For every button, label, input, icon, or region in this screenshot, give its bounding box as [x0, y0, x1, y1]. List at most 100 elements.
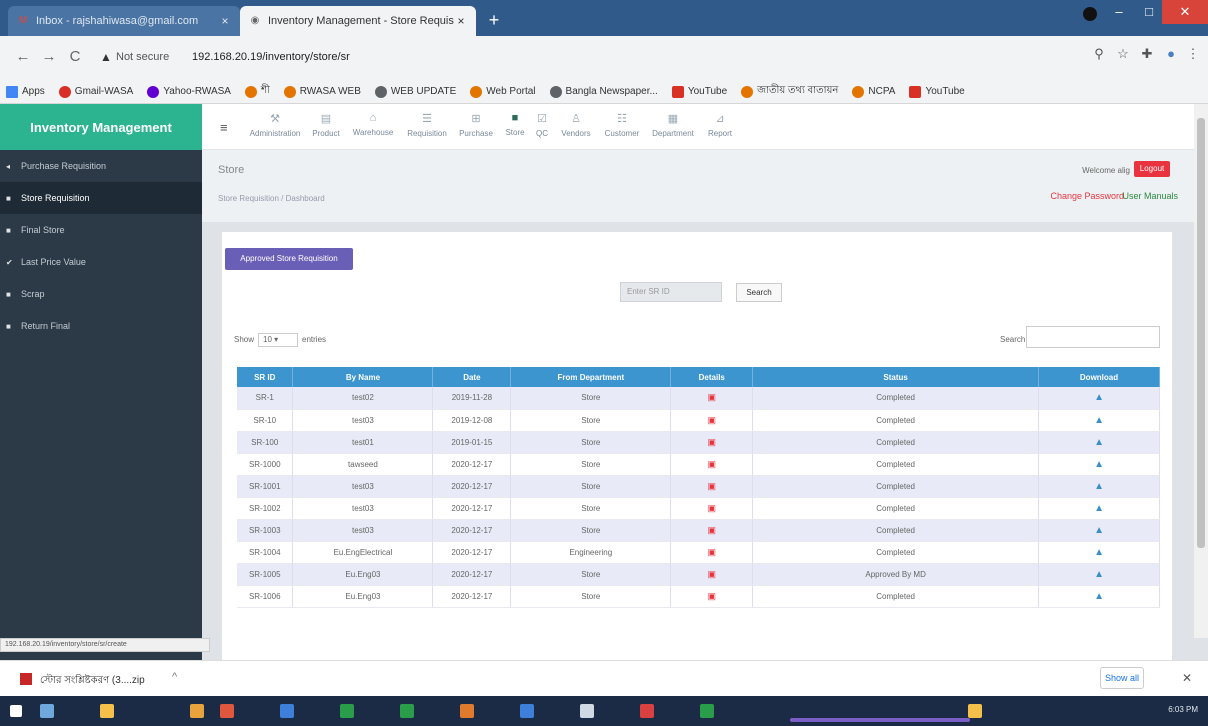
app-icon[interactable] [190, 704, 204, 718]
app-brand[interactable]: Inventory Management [0, 104, 202, 150]
app-icon[interactable] [700, 704, 714, 718]
details-icon[interactable]: ▣ [670, 475, 754, 498]
details-icon[interactable]: ▣ [670, 585, 754, 608]
details-icon[interactable]: ▣ [670, 431, 754, 454]
task-view-icon[interactable] [40, 704, 54, 718]
details-icon[interactable]: ▣ [670, 519, 754, 542]
nav-vendors[interactable]: ♙ Vendors [556, 112, 596, 138]
download-icon[interactable]: ▲ [1038, 541, 1160, 564]
bookmark-bangla-newspaper[interactable]: Bangla Newspaper... [549, 85, 658, 98]
change-password-link[interactable]: Change Password [1050, 191, 1124, 201]
menu-icon[interactable]: ⋮ [1184, 46, 1202, 64]
app-icon[interactable] [400, 704, 414, 718]
nav-department[interactable]: ▦ Department [646, 112, 700, 138]
warning-icon[interactable]: ▲ [100, 50, 112, 64]
tab-gmail[interactable]: M Inbox - rajshahiwasa@gmail.com × [8, 6, 240, 36]
user-manual-link[interactable]: User Manuals [1122, 191, 1178, 201]
bookmark-rwasa-web[interactable]: RWASA WEB [283, 85, 361, 98]
download-icon[interactable]: ▲ [1038, 563, 1160, 586]
download-icon[interactable]: ▲ [1038, 453, 1160, 476]
security-label[interactable]: Not secure [116, 51, 169, 63]
app-icon[interactable] [340, 704, 354, 718]
search-button[interactable]: Search [736, 283, 782, 302]
column-header-date[interactable]: Date [432, 367, 512, 387]
download-icon[interactable]: ▲ [1038, 387, 1160, 410]
download-icon[interactable]: ▲ [1038, 475, 1160, 498]
url-text[interactable]: 192.168.20.19/inventory/store/sr [192, 51, 350, 63]
app-icon[interactable] [280, 704, 294, 718]
close-download-bar-button[interactable]: ✕ [1182, 671, 1192, 685]
bookmark-web-portal[interactable]: Web Portal [470, 85, 536, 98]
nav-administration[interactable]: ⚒ Administration [244, 112, 306, 138]
bookmark-yahoo[interactable]: Yahoo-RWASA [147, 85, 231, 98]
app-icon[interactable] [520, 704, 534, 718]
forward-button[interactable]: → [38, 46, 60, 68]
sidebar-item-final-store[interactable]: ■ Final Store [0, 214, 202, 246]
column-header-by-name[interactable]: By Name [292, 367, 434, 387]
sidebar-item-last-price-value[interactable]: ✔ Last Price Value [0, 246, 202, 278]
app-icon[interactable] [220, 704, 234, 718]
nav-warehouse[interactable]: ⌂ Warehouse [348, 112, 398, 137]
download-icon[interactable]: ▲ [1038, 585, 1160, 608]
details-icon[interactable]: ▣ [670, 453, 754, 476]
column-header-sr-id[interactable]: SR ID [237, 367, 294, 387]
app-icon[interactable] [580, 704, 594, 718]
table-search-input[interactable] [1026, 326, 1160, 348]
nav-customer[interactable]: ☷ Customer [600, 112, 644, 138]
start-icon[interactable] [10, 705, 22, 717]
app-icon[interactable] [640, 704, 654, 718]
download-options-caret[interactable]: ^ [172, 671, 177, 683]
hamburger-menu-icon[interactable]: ≡ [220, 120, 228, 135]
page-scrollbar[interactable] [1194, 104, 1208, 638]
maximize-button[interactable]: □ [1134, 0, 1164, 24]
bookmark-youtube[interactable]: YouTube [671, 85, 727, 98]
bookmark-apps[interactable]: Apps [6, 85, 45, 98]
bookmark-youtube-2[interactable]: YouTube [909, 85, 965, 98]
nav-qc[interactable]: ☑ QC [530, 112, 554, 138]
bookmark-bangla-1[interactable]: শী [244, 83, 270, 100]
sidebar-item-return-final[interactable]: ■ Return Final [0, 310, 202, 342]
details-icon[interactable]: ▣ [670, 541, 754, 564]
tab-inventory[interactable]: ◉ Inventory Management - Store Requisiti… [240, 6, 476, 36]
show-all-button[interactable]: Show all [1100, 667, 1144, 689]
minimize-button[interactable]: – [1104, 0, 1134, 24]
nav-purchase[interactable]: ⊞ Purchase [454, 112, 498, 138]
profile-icon[interactable] [1083, 7, 1097, 21]
download-icon[interactable]: ▲ [1038, 409, 1160, 432]
bookmark-web-update[interactable]: WEB UPDATE [374, 85, 456, 98]
nav-requisition[interactable]: ☰ Requisition [400, 112, 454, 138]
zoom-icon[interactable]: ⚲ [1090, 46, 1108, 64]
bookmark-ncpa[interactable]: NCPA [852, 85, 895, 98]
nav-product[interactable]: ▤ Product [306, 112, 346, 138]
close-window-button[interactable]: ✕ [1162, 0, 1208, 24]
nav-report[interactable]: ⊿ Report [702, 112, 738, 138]
download-icon[interactable]: ▲ [1038, 519, 1160, 542]
column-header-details[interactable]: Details [670, 367, 754, 387]
bookmark-bangla-portal[interactable]: জাতীয় তথ্য বাতায়ন [741, 83, 838, 100]
sidebar-item-store-requisition[interactable]: ■ Store Requisition [0, 182, 202, 214]
sidebar-item-purchase-requisition[interactable]: ◂ Purchase Requisition [0, 150, 202, 182]
account-icon[interactable]: ● [1162, 46, 1180, 64]
entries-select[interactable]: 10 ▾ [258, 333, 299, 347]
system-clock[interactable]: 6:03 PM [1168, 705, 1198, 714]
url-bar[interactable]: ▲ Not secure 192.168.20.19/inventory/sto… [96, 44, 1066, 72]
new-tab-button[interactable]: + [482, 10, 506, 31]
extensions-icon[interactable]: ✚ [1138, 46, 1156, 64]
sidebar-item-scrap[interactable]: ■ Scrap [0, 278, 202, 310]
bookmark-gmail-wasa[interactable]: Gmail-WASA [58, 85, 133, 98]
star-icon[interactable]: ☆ [1114, 46, 1132, 64]
approved-store-requisition-button[interactable]: Approved Store Requisition [225, 248, 353, 270]
tab-close-icon[interactable]: × [454, 14, 468, 28]
nav-store[interactable]: ■ Store [500, 112, 530, 137]
app-icon[interactable] [460, 704, 474, 718]
file-explorer-icon[interactable] [100, 704, 114, 718]
logout-button[interactable]: Logout [1134, 161, 1170, 177]
tab-close-icon[interactable]: × [218, 14, 232, 28]
details-icon[interactable]: ▣ [670, 563, 754, 586]
chrome-icon[interactable] [968, 704, 982, 718]
column-header-download[interactable]: Download [1038, 367, 1160, 387]
download-icon[interactable]: ▲ [1038, 431, 1160, 454]
details-icon[interactable]: ▣ [670, 497, 754, 520]
scrollbar-thumb[interactable] [1197, 118, 1205, 548]
details-icon[interactable]: ▣ [670, 387, 754, 410]
